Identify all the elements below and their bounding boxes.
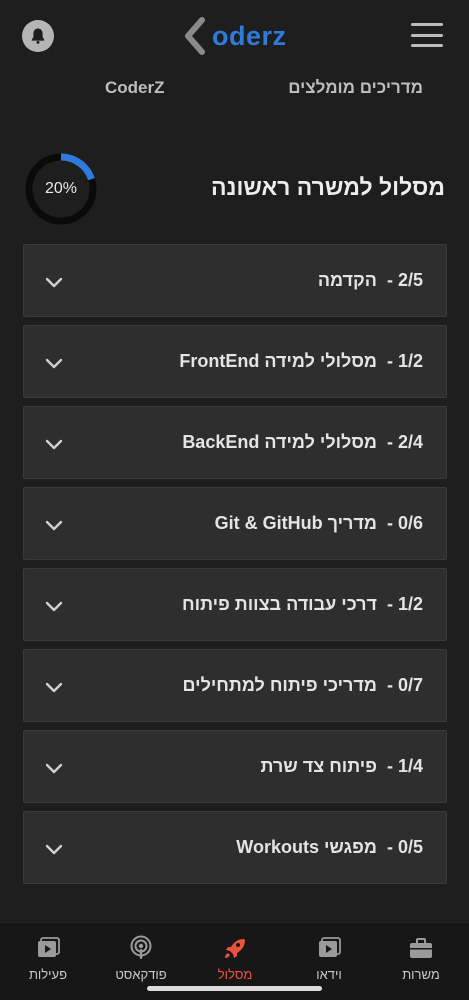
sub-navigation: CoderZ מדריכים מומלצים (0, 78, 469, 100)
chevron-down-icon[interactable] (44, 515, 64, 535)
rocket-icon (225, 939, 245, 958)
coderz-logo[interactable]: oderz (182, 16, 287, 56)
logo-text: oderz (212, 20, 287, 51)
section-label: 1/2 - דרכי עבודה בצוות פיתוח (182, 594, 423, 614)
activity-icon (38, 937, 60, 957)
section-item[interactable]: 1/4 - פיתוח צד שרת (23, 730, 447, 803)
tab-podcast[interactable]: פודקאסט (101, 935, 181, 982)
bell-icon (31, 28, 45, 44)
chevron-down-icon[interactable] (44, 758, 64, 778)
coderz-link[interactable]: CoderZ (105, 78, 165, 98)
section-item[interactable]: 1/2 - דרכי עבודה בצוות פיתוח (23, 568, 447, 641)
chevron-down-icon[interactable] (44, 596, 64, 616)
notifications-button[interactable] (22, 20, 54, 52)
section-item[interactable]: 2/4 - מסלולי למידה BackEnd (23, 406, 447, 479)
top-bar: oderz (0, 0, 469, 72)
chevron-down-icon[interactable] (44, 272, 64, 292)
tab-label: וידאו (316, 967, 342, 982)
chevron-down-icon[interactable] (44, 434, 64, 454)
section-item[interactable]: 0/7 - מדריכי פיתוח למתחילים (23, 649, 447, 722)
section-item[interactable]: 0/6 - מדריך Git & GitHub (23, 487, 447, 560)
section-label: 1/2 - מסלולי למידה FrontEnd (179, 351, 423, 371)
briefcase-icon (410, 938, 432, 958)
section-label: 0/5 - מפגשי Workouts (236, 837, 423, 857)
tab-label: פעילות (28, 967, 68, 982)
tab-video[interactable]: וידאו (289, 935, 369, 982)
tab-track[interactable]: מסלול (195, 935, 275, 982)
section-item[interactable]: 0/5 - מפגשי Workouts (23, 811, 447, 884)
track-title: מסלול למשרה ראשונה (211, 174, 445, 200)
tab-jobs[interactable]: משרות (381, 935, 461, 982)
chevron-down-icon[interactable] (44, 839, 64, 859)
section-label: 0/7 - מדריכי פיתוח למתחילים (182, 675, 423, 695)
podcast-icon (130, 935, 152, 959)
tab-label: פודקאסט (115, 967, 167, 982)
hamburger-menu-icon[interactable] (411, 23, 443, 47)
sections-list: 2/5 - הקדמה 1/2 - מסלולי למידה FrontEnd … (23, 244, 447, 892)
section-item[interactable]: 1/2 - מסלולי למידה FrontEnd (23, 325, 447, 398)
chevron-down-icon[interactable] (44, 677, 64, 697)
tab-label: מסלול (217, 967, 253, 982)
tab-activity[interactable]: פעילות (8, 935, 88, 982)
section-label: 2/4 - מסלולי למידה BackEnd (182, 432, 423, 452)
home-indicator (147, 986, 322, 991)
section-label: 1/4 - פיתוח צד שרת (260, 756, 423, 776)
chevron-down-icon[interactable] (44, 353, 64, 373)
track-header: 20% מסלול למשרה ראשונה (0, 150, 469, 226)
section-item[interactable]: 2/5 - הקדמה (23, 244, 447, 317)
video-icon (319, 937, 341, 957)
recommended-guides-link[interactable]: מדריכים מומלצים (288, 78, 423, 98)
section-label: 2/5 - הקדמה (317, 270, 423, 290)
tab-label: משרות (402, 967, 440, 982)
section-label: 0/6 - מדריך Git & GitHub (214, 513, 423, 533)
logo-chevron-icon (185, 17, 205, 55)
progress-percentage: 20% (44, 180, 78, 197)
